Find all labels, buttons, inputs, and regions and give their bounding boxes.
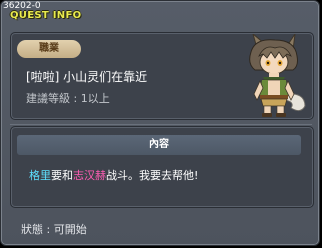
job-badge: 職業 (17, 40, 81, 58)
quest-description: 格里要和志汉赫战斗。我要去帮他! (29, 167, 198, 183)
description-text-1: 要和 (51, 169, 73, 182)
quest-status: 狀態 : 可開始 (21, 223, 87, 236)
panel-divider (10, 124, 312, 125)
npc-portrait-icon (249, 34, 306, 117)
npc-name-2: 志汉赫 (73, 169, 106, 182)
quest-name: [啦啦] 小山灵们在靠近 (26, 70, 148, 84)
npc-name-1: 格里 (29, 169, 51, 182)
recommended-level: 建議等級 : 1以上 (26, 92, 110, 105)
content-heading: 內容 (17, 135, 301, 155)
quest-info-window: 36202-0 QUEST INFO 職業 [啦啦] 小山灵们在靠近 建議等級 … (0, 0, 320, 246)
description-text-2: 战斗。我要去帮他! (106, 169, 199, 182)
window-title: QUEST INFO (10, 10, 82, 21)
